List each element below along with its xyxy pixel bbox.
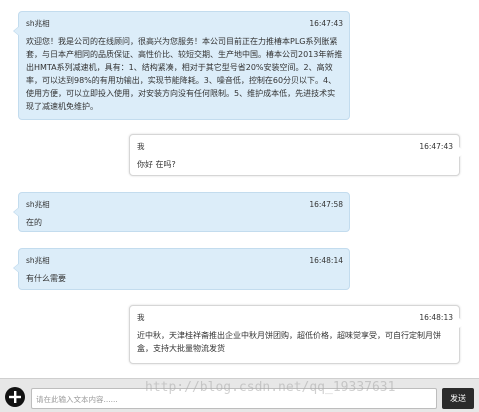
- message-header: 我 16:47:43: [137, 140, 453, 152]
- message-bubble: sh兆相 16:47:58 在的: [13, 192, 350, 232]
- message-time: 16:47:43: [309, 18, 343, 28]
- message-bubble: sh兆相 16:48:14 有什么需要: [13, 248, 350, 290]
- message-text: 欢迎您！我是公司的在线顾问，很高兴为您服务！本公司目前正在力推椿本PLG系列胀紧…: [26, 37, 343, 111]
- message-sender: 我: [137, 141, 145, 151]
- message-header: sh兆相 16:47:43: [26, 17, 343, 29]
- message-sender: sh兆相: [26, 18, 50, 28]
- message-header: sh兆相 16:47:58: [26, 198, 343, 210]
- message-input-bar: 请在此输入文本内容...... 发送: [0, 378, 479, 412]
- message-sender: sh兆相: [26, 199, 50, 209]
- message-text: 你好 在吗?: [137, 160, 176, 169]
- message-time: 16:47:43: [419, 141, 453, 151]
- message-header: 我 16:48:13: [137, 311, 453, 323]
- message-header: sh兆相 16:48:14: [26, 254, 343, 266]
- message-text: 在的: [26, 218, 42, 227]
- plus-circle-icon[interactable]: [5, 387, 25, 407]
- message-bubble: 我 16:48:13 近中秋，天津桂祥斋推出企业中秋月饼团购，超低价格，超味觉享…: [129, 305, 465, 364]
- message-time: 16:47:58: [309, 199, 343, 209]
- message-time: 16:48:13: [419, 312, 453, 322]
- message-input[interactable]: 请在此输入文本内容......: [31, 388, 437, 409]
- send-button[interactable]: 发送: [442, 388, 474, 409]
- message-bubble: 我 16:47:43 你好 在吗?: [129, 134, 465, 176]
- message-time: 16:48:14: [309, 255, 343, 265]
- message-text: 有什么需要: [26, 274, 66, 283]
- message-bubble: sh兆相 16:47:43 欢迎您！我是公司的在线顾问，很高兴为您服务！本公司目…: [13, 11, 350, 120]
- message-text: 近中秋，天津桂祥斋推出企业中秋月饼团购，超低价格，超味觉享受，可自行定制月饼盒，…: [137, 331, 441, 353]
- message-sender: 我: [137, 312, 145, 322]
- message-sender: sh兆相: [26, 255, 50, 265]
- chat-message-area: sh兆相 16:47:43 欢迎您！我是公司的在线顾问，很高兴为您服务！本公司目…: [0, 0, 479, 378]
